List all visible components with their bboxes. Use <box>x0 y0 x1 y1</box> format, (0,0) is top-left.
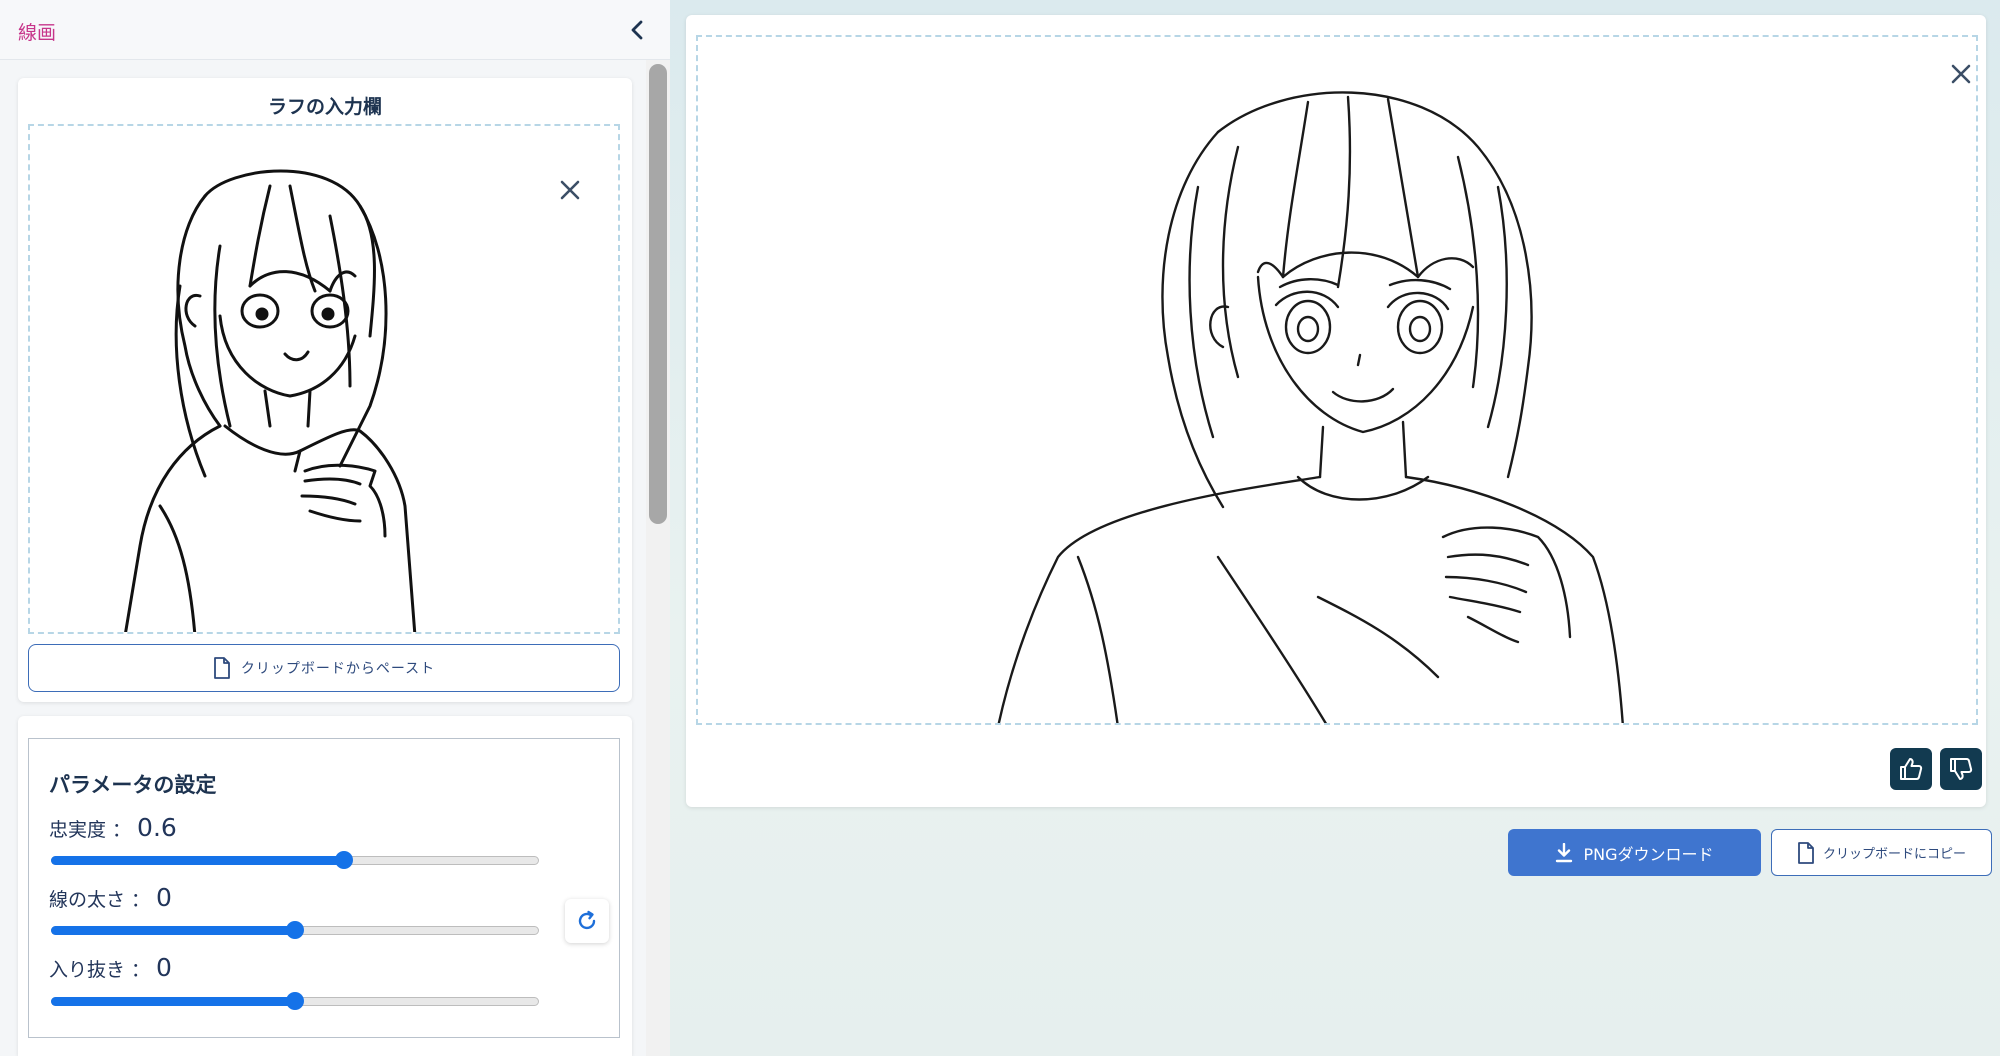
parameter-settings-title: パラメータの設定 <box>49 773 217 797</box>
rough-input-title: ラフの入力欄 <box>267 96 382 118</box>
fidelity-slider-fill <box>51 856 344 865</box>
stroke-taper-slider-thumb[interactable] <box>286 992 304 1010</box>
document-icon <box>1798 841 1814 864</box>
thumbs-down-icon <box>1950 758 1973 780</box>
fidelity-value: 0.6 <box>137 813 177 842</box>
stroke-taper-label: 入り抜き ： 0 <box>49 953 172 982</box>
paste-from-clipboard-button[interactable]: クリップボードからペースト <box>28 644 620 692</box>
refresh-icon <box>578 910 596 930</box>
close-icon <box>1951 64 1971 84</box>
clear-rough-button[interactable] <box>546 166 594 214</box>
line-thickness-label-text: 線の太さ ： <box>49 889 151 911</box>
chevron-left-icon <box>631 20 643 40</box>
stroke-taper-label-text: 入り抜き ： <box>49 959 151 981</box>
document-icon <box>213 657 230 679</box>
rough-input-dropzone[interactable] <box>28 124 620 634</box>
fidelity-label-text: 忠実度 ： <box>49 819 132 841</box>
reset-parameters-button[interactable] <box>565 899 609 943</box>
line-thickness-slider-thumb[interactable] <box>286 921 304 939</box>
stroke-taper-value: 0 <box>156 953 172 982</box>
sidebar-title: 線画 <box>18 22 57 44</box>
copy-to-clipboard-button[interactable]: クリップボードにコピー <box>1771 829 1992 876</box>
line-thickness-label: 線の太さ ： 0 <box>49 883 172 912</box>
line-art-image <box>997 91 1624 723</box>
paste-button-label: クリップボードからペースト <box>240 661 436 677</box>
sidebar-header: 線画 <box>0 0 670 60</box>
thumbs-down-button[interactable] <box>1940 748 1982 790</box>
sidebar: 線画 ラフの入力欄 クリップボードからペースト パラメータの設定 忠実度 ： 0… <box>0 0 670 1056</box>
result-card <box>686 15 1986 807</box>
sidebar-scrollbar-thumb[interactable] <box>649 64 667 524</box>
stroke-taper-slider[interactable] <box>51 992 539 1010</box>
fidelity-slider[interactable] <box>51 851 539 869</box>
fidelity-label: 忠実度 ： 0.6 <box>49 813 177 842</box>
line-thickness-slider-fill <box>51 926 295 935</box>
thumbs-up-icon <box>1900 758 1923 780</box>
line-thickness-slider[interactable] <box>51 921 539 939</box>
close-icon <box>560 180 580 200</box>
collapse-sidebar-button[interactable] <box>622 14 654 46</box>
png-download-label: PNGダウンロード <box>1583 844 1714 864</box>
download-icon <box>1556 842 1573 862</box>
line-thickness-value: 0 <box>156 883 172 912</box>
parameter-settings-panel: パラメータの設定 忠実度 ： 0.6 線の太さ ： 0 入り抜き ： 0 <box>28 738 620 1038</box>
stroke-taper-slider-fill <box>51 997 295 1006</box>
parameter-settings-card: パラメータの設定 忠実度 ： 0.6 線の太さ ： 0 入り抜き ： 0 <box>18 716 632 1056</box>
png-download-button[interactable]: PNGダウンロード <box>1508 829 1761 876</box>
thumbs-up-button[interactable] <box>1890 748 1932 790</box>
rough-input-card: ラフの入力欄 クリップボードからペースト <box>18 78 632 702</box>
clear-result-button[interactable] <box>1936 49 1986 99</box>
result-image-area <box>696 35 1978 725</box>
copy-to-clipboard-label: クリップボードにコピー <box>1822 847 1966 862</box>
rough-sketch-image <box>124 169 417 632</box>
fidelity-slider-thumb[interactable] <box>335 851 353 869</box>
